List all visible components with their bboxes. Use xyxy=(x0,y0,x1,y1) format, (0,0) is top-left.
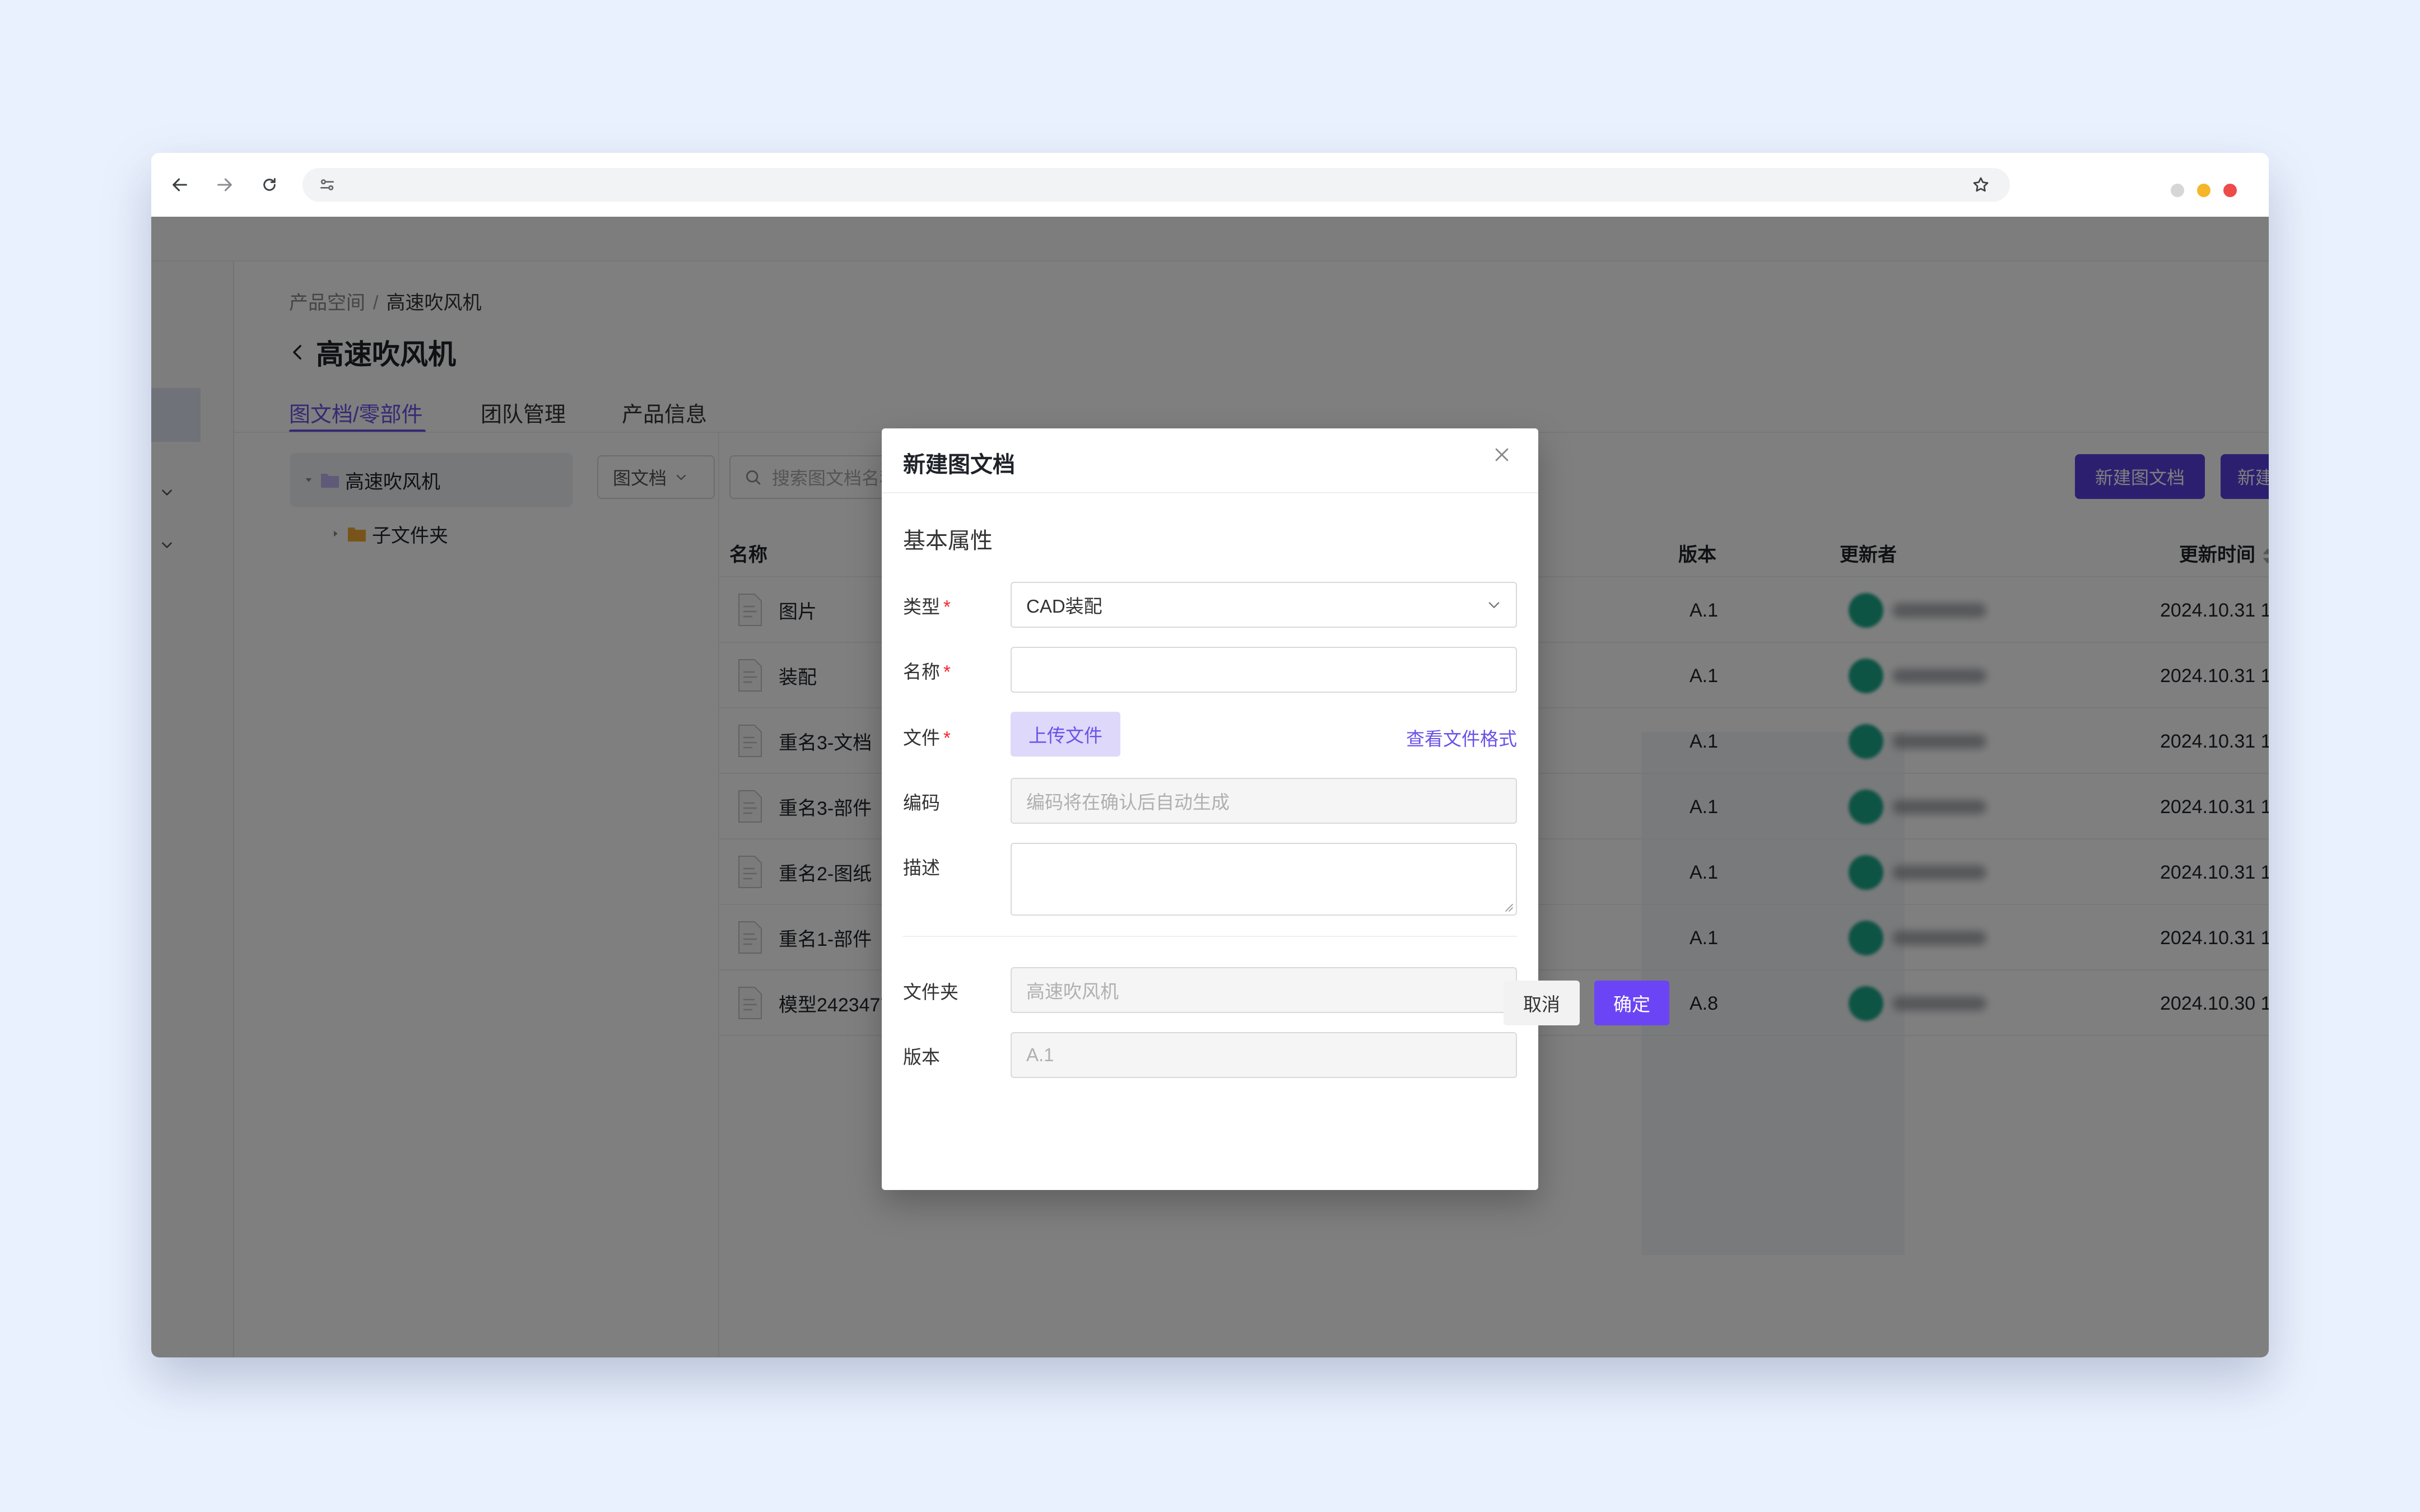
required-mark: * xyxy=(943,727,951,748)
file-label: 文件 * xyxy=(903,723,951,750)
name-label: 名称 * xyxy=(903,657,951,684)
browser-window: 产品空间/高速吹风机 高速吹风机 图文档/零部件 团队管理 产品信息 高速吹风机 xyxy=(151,153,2269,1357)
folder-input: 高速吹风机 xyxy=(1011,967,1517,1013)
description-textarea[interactable] xyxy=(1011,843,1517,916)
window-dot-gray[interactable] xyxy=(2171,184,2184,197)
type-label-text: 类型 xyxy=(903,596,940,617)
browser-toolbar xyxy=(151,153,2269,217)
address-bar[interactable] xyxy=(302,168,2010,202)
file-label-text: 文件 xyxy=(903,727,940,748)
chevron-down-icon xyxy=(1484,595,1504,614)
name-input[interactable] xyxy=(1011,647,1517,693)
version-input: A.1 xyxy=(1011,1032,1517,1078)
upload-file-button[interactable]: 上传文件 xyxy=(1011,712,1120,757)
version-label: 版本 xyxy=(903,1047,940,1067)
star-icon[interactable] xyxy=(1968,172,1993,197)
type-label: 类型 * xyxy=(903,592,951,619)
version-input-value: A.1 xyxy=(1026,1044,1054,1065)
code-input: 编码将在确认后自动生成 xyxy=(1011,778,1517,824)
app-page: 产品空间/高速吹风机 高速吹风机 图文档/零部件 团队管理 产品信息 高速吹风机 xyxy=(151,217,2269,1357)
arrow-left-icon[interactable] xyxy=(165,170,195,200)
window-dot-red[interactable] xyxy=(2223,184,2237,197)
dialog-divider xyxy=(903,936,1517,937)
folder-input-value: 高速吹风机 xyxy=(1026,981,1119,1002)
code-label: 编码 xyxy=(903,792,940,813)
folder-label: 文件夹 xyxy=(903,982,958,1002)
section-basic-properties: 基本属性 xyxy=(903,529,993,553)
dialog-title: 新建图文档 xyxy=(903,452,1015,477)
view-file-format-link[interactable]: 查看文件格式 xyxy=(1406,724,1517,751)
site-settings-icon[interactable] xyxy=(315,172,339,197)
required-mark: * xyxy=(943,661,951,682)
description-label: 描述 xyxy=(903,857,940,878)
arrow-right-icon[interactable] xyxy=(210,170,240,200)
name-label-text: 名称 xyxy=(903,661,940,682)
dialog-header: 新建图文档 xyxy=(882,428,1538,493)
new-document-dialog: 新建图文档 基本属性 类型 * CAD装配 名称 * 文件 * 上传文件 查看文件格式… xyxy=(882,428,1538,1190)
reload-icon[interactable] xyxy=(254,170,285,200)
required-mark: * xyxy=(943,596,951,617)
code-input-placeholder: 编码将在确认后自动生成 xyxy=(1026,792,1230,813)
cancel-button[interactable]: 取消 xyxy=(1504,981,1580,1025)
resize-grip-icon[interactable] xyxy=(1501,900,1514,912)
window-dot-yellow[interactable] xyxy=(2197,184,2210,197)
confirm-button[interactable]: 确定 xyxy=(1594,981,1669,1025)
type-select-value: CAD装配 xyxy=(1026,596,1102,617)
close-icon[interactable] xyxy=(1488,441,1516,469)
type-select[interactable]: CAD装配 xyxy=(1011,582,1517,628)
